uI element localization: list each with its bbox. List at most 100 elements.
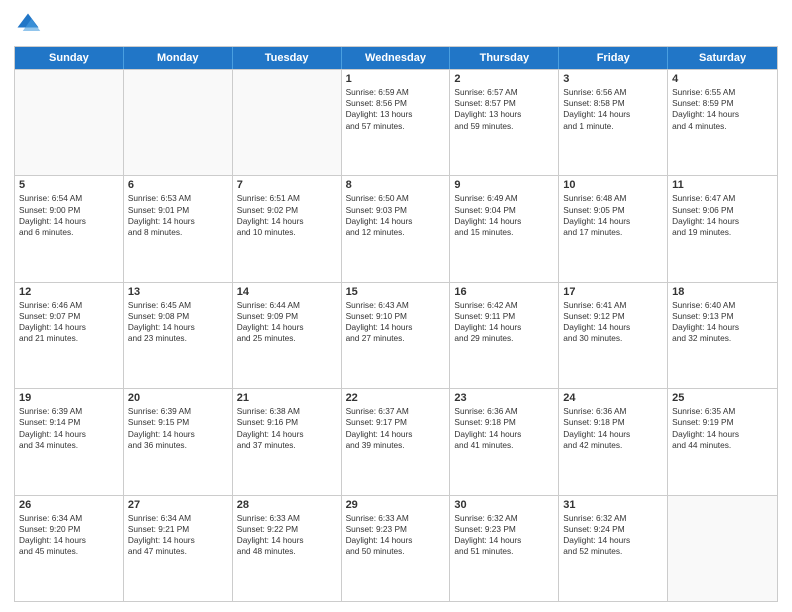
calendar-cell	[124, 70, 233, 175]
calendar-cell	[15, 70, 124, 175]
day-number: 21	[237, 392, 337, 404]
cell-line: Sunset: 9:08 PM	[128, 311, 228, 322]
calendar-row: 19Sunrise: 6:39 AMSunset: 9:14 PMDayligh…	[15, 388, 777, 494]
cell-line: and 25 minutes.	[237, 333, 337, 344]
calendar-cell: 5Sunrise: 6:54 AMSunset: 9:00 PMDaylight…	[15, 176, 124, 281]
cell-line: and 48 minutes.	[237, 546, 337, 557]
cell-line: Sunrise: 6:40 AM	[672, 300, 773, 311]
cell-line: and 39 minutes.	[346, 440, 446, 451]
cell-line: and 44 minutes.	[672, 440, 773, 451]
cell-line: Daylight: 14 hours	[237, 322, 337, 333]
calendar-cell: 9Sunrise: 6:49 AMSunset: 9:04 PMDaylight…	[450, 176, 559, 281]
cell-line: Sunrise: 6:41 AM	[563, 300, 663, 311]
cell-line: and 45 minutes.	[19, 546, 119, 557]
logo-icon	[14, 10, 42, 38]
cell-line: Daylight: 14 hours	[346, 216, 446, 227]
cell-line: Sunrise: 6:59 AM	[346, 87, 446, 98]
logo	[14, 10, 46, 38]
cell-line: Sunset: 8:59 PM	[672, 98, 773, 109]
calendar-cell: 4 Sunrise: 6:55 AMSunset: 8:59 PMDaylight…	[668, 70, 777, 175]
cell-line: Daylight: 14 hours	[454, 216, 554, 227]
cell-line: Sunset: 9:06 PM	[672, 205, 773, 216]
day-number: 8	[346, 179, 446, 191]
day-number: 27	[128, 499, 228, 511]
cell-line: Sunset: 9:13 PM	[672, 311, 773, 322]
cell-line: and 30 minutes.	[563, 333, 663, 344]
calendar-cell: 3Sunrise: 6:56 AMSunset: 8:58 PMDaylight…	[559, 70, 668, 175]
cell-line: Sunrise: 6:54 AM	[19, 193, 119, 204]
calendar-cell: 25Sunrise: 6:35 AMSunset: 9:19 PMDayligh…	[668, 389, 777, 494]
calendar-cell: 21Sunrise: 6:38 AMSunset: 9:16 PMDayligh…	[233, 389, 342, 494]
cell-line: Daylight: 14 hours	[19, 535, 119, 546]
calendar-cell: 27Sunrise: 6:34 AMSunset: 9:21 PMDayligh…	[124, 496, 233, 601]
calendar-cell: 18Sunrise: 6:40 AMSunset: 9:13 PMDayligh…	[668, 283, 777, 388]
calendar-row: 5Sunrise: 6:54 AMSunset: 9:00 PMDaylight…	[15, 175, 777, 281]
calendar-header-cell: Wednesday	[342, 47, 451, 69]
calendar-cell: 7Sunrise: 6:51 AMSunset: 9:02 PMDaylight…	[233, 176, 342, 281]
day-number: 4	[672, 73, 773, 85]
calendar-cell: 28Sunrise: 6:33 AMSunset: 9:22 PMDayligh…	[233, 496, 342, 601]
cell-line: Daylight: 14 hours	[672, 109, 773, 120]
day-number: 13	[128, 286, 228, 298]
cell-line: and 19 minutes.	[672, 227, 773, 238]
day-number: 31	[563, 499, 663, 511]
calendar-cell: 23Sunrise: 6:36 AMSunset: 9:18 PMDayligh…	[450, 389, 559, 494]
cell-line: Sunset: 9:20 PM	[19, 524, 119, 535]
calendar-cell: 16Sunrise: 6:42 AMSunset: 9:11 PMDayligh…	[450, 283, 559, 388]
cell-line: Daylight: 14 hours	[672, 322, 773, 333]
day-number: 15	[346, 286, 446, 298]
cell-line: Daylight: 14 hours	[454, 429, 554, 440]
cell-line: Sunrise: 6:33 AM	[346, 513, 446, 524]
cell-line: Sunrise: 6:51 AM	[237, 193, 337, 204]
cell-line: Daylight: 14 hours	[346, 429, 446, 440]
cell-line: Sunrise: 6:34 AM	[128, 513, 228, 524]
cell-line: and 42 minutes.	[563, 440, 663, 451]
day-number: 20	[128, 392, 228, 404]
cell-line: Sunset: 9:03 PM	[346, 205, 446, 216]
cell-line: Daylight: 14 hours	[346, 535, 446, 546]
cell-line: Daylight: 14 hours	[672, 429, 773, 440]
day-number: 26	[19, 499, 119, 511]
cell-line: Daylight: 14 hours	[19, 429, 119, 440]
cell-line: Sunset: 9:02 PM	[237, 205, 337, 216]
cell-line: Daylight: 14 hours	[454, 322, 554, 333]
cell-line: Sunset: 8:56 PM	[346, 98, 446, 109]
cell-line: Sunrise: 6:43 AM	[346, 300, 446, 311]
day-number: 30	[454, 499, 554, 511]
cell-line: and 47 minutes.	[128, 546, 228, 557]
cell-line: and 6 minutes.	[19, 227, 119, 238]
day-number: 29	[346, 499, 446, 511]
calendar-cell: 1Sunrise: 6:59 AMSunset: 8:56 PMDaylight…	[342, 70, 451, 175]
cell-line: Sunrise: 6:36 AM	[563, 406, 663, 417]
cell-line: Sunset: 8:58 PM	[563, 98, 663, 109]
header	[14, 10, 778, 38]
calendar-header-cell: Monday	[124, 47, 233, 69]
cell-line: Sunset: 9:15 PM	[128, 417, 228, 428]
cell-line: Sunrise: 6:49 AM	[454, 193, 554, 204]
cell-line: Sunrise: 6:33 AM	[237, 513, 337, 524]
cell-line: Sunset: 9:01 PM	[128, 205, 228, 216]
cell-line: Sunrise: 6:57 AM	[454, 87, 554, 98]
day-number: 6	[128, 179, 228, 191]
cell-line: Sunset: 9:23 PM	[346, 524, 446, 535]
cell-line: Sunrise: 6:47 AM	[672, 193, 773, 204]
cell-line: Sunrise: 6:55 AM	[672, 87, 773, 98]
cell-line: Sunset: 9:05 PM	[563, 205, 663, 216]
cell-line: and 4 minutes.	[672, 121, 773, 132]
cell-line: Daylight: 14 hours	[563, 429, 663, 440]
cell-line: Daylight: 14 hours	[128, 535, 228, 546]
cell-line: Daylight: 14 hours	[19, 216, 119, 227]
day-number: 28	[237, 499, 337, 511]
day-number: 7	[237, 179, 337, 191]
cell-line: Sunrise: 6:50 AM	[346, 193, 446, 204]
cell-line: Daylight: 14 hours	[237, 429, 337, 440]
cell-line: and 41 minutes.	[454, 440, 554, 451]
cell-line: Sunset: 9:18 PM	[563, 417, 663, 428]
calendar-header-cell: Tuesday	[233, 47, 342, 69]
day-number: 17	[563, 286, 663, 298]
cell-line: Daylight: 14 hours	[19, 322, 119, 333]
cell-line: and 15 minutes.	[454, 227, 554, 238]
cell-line: and 59 minutes.	[454, 121, 554, 132]
calendar-cell: 26Sunrise: 6:34 AMSunset: 9:20 PMDayligh…	[15, 496, 124, 601]
cell-line: Sunset: 9:22 PM	[237, 524, 337, 535]
